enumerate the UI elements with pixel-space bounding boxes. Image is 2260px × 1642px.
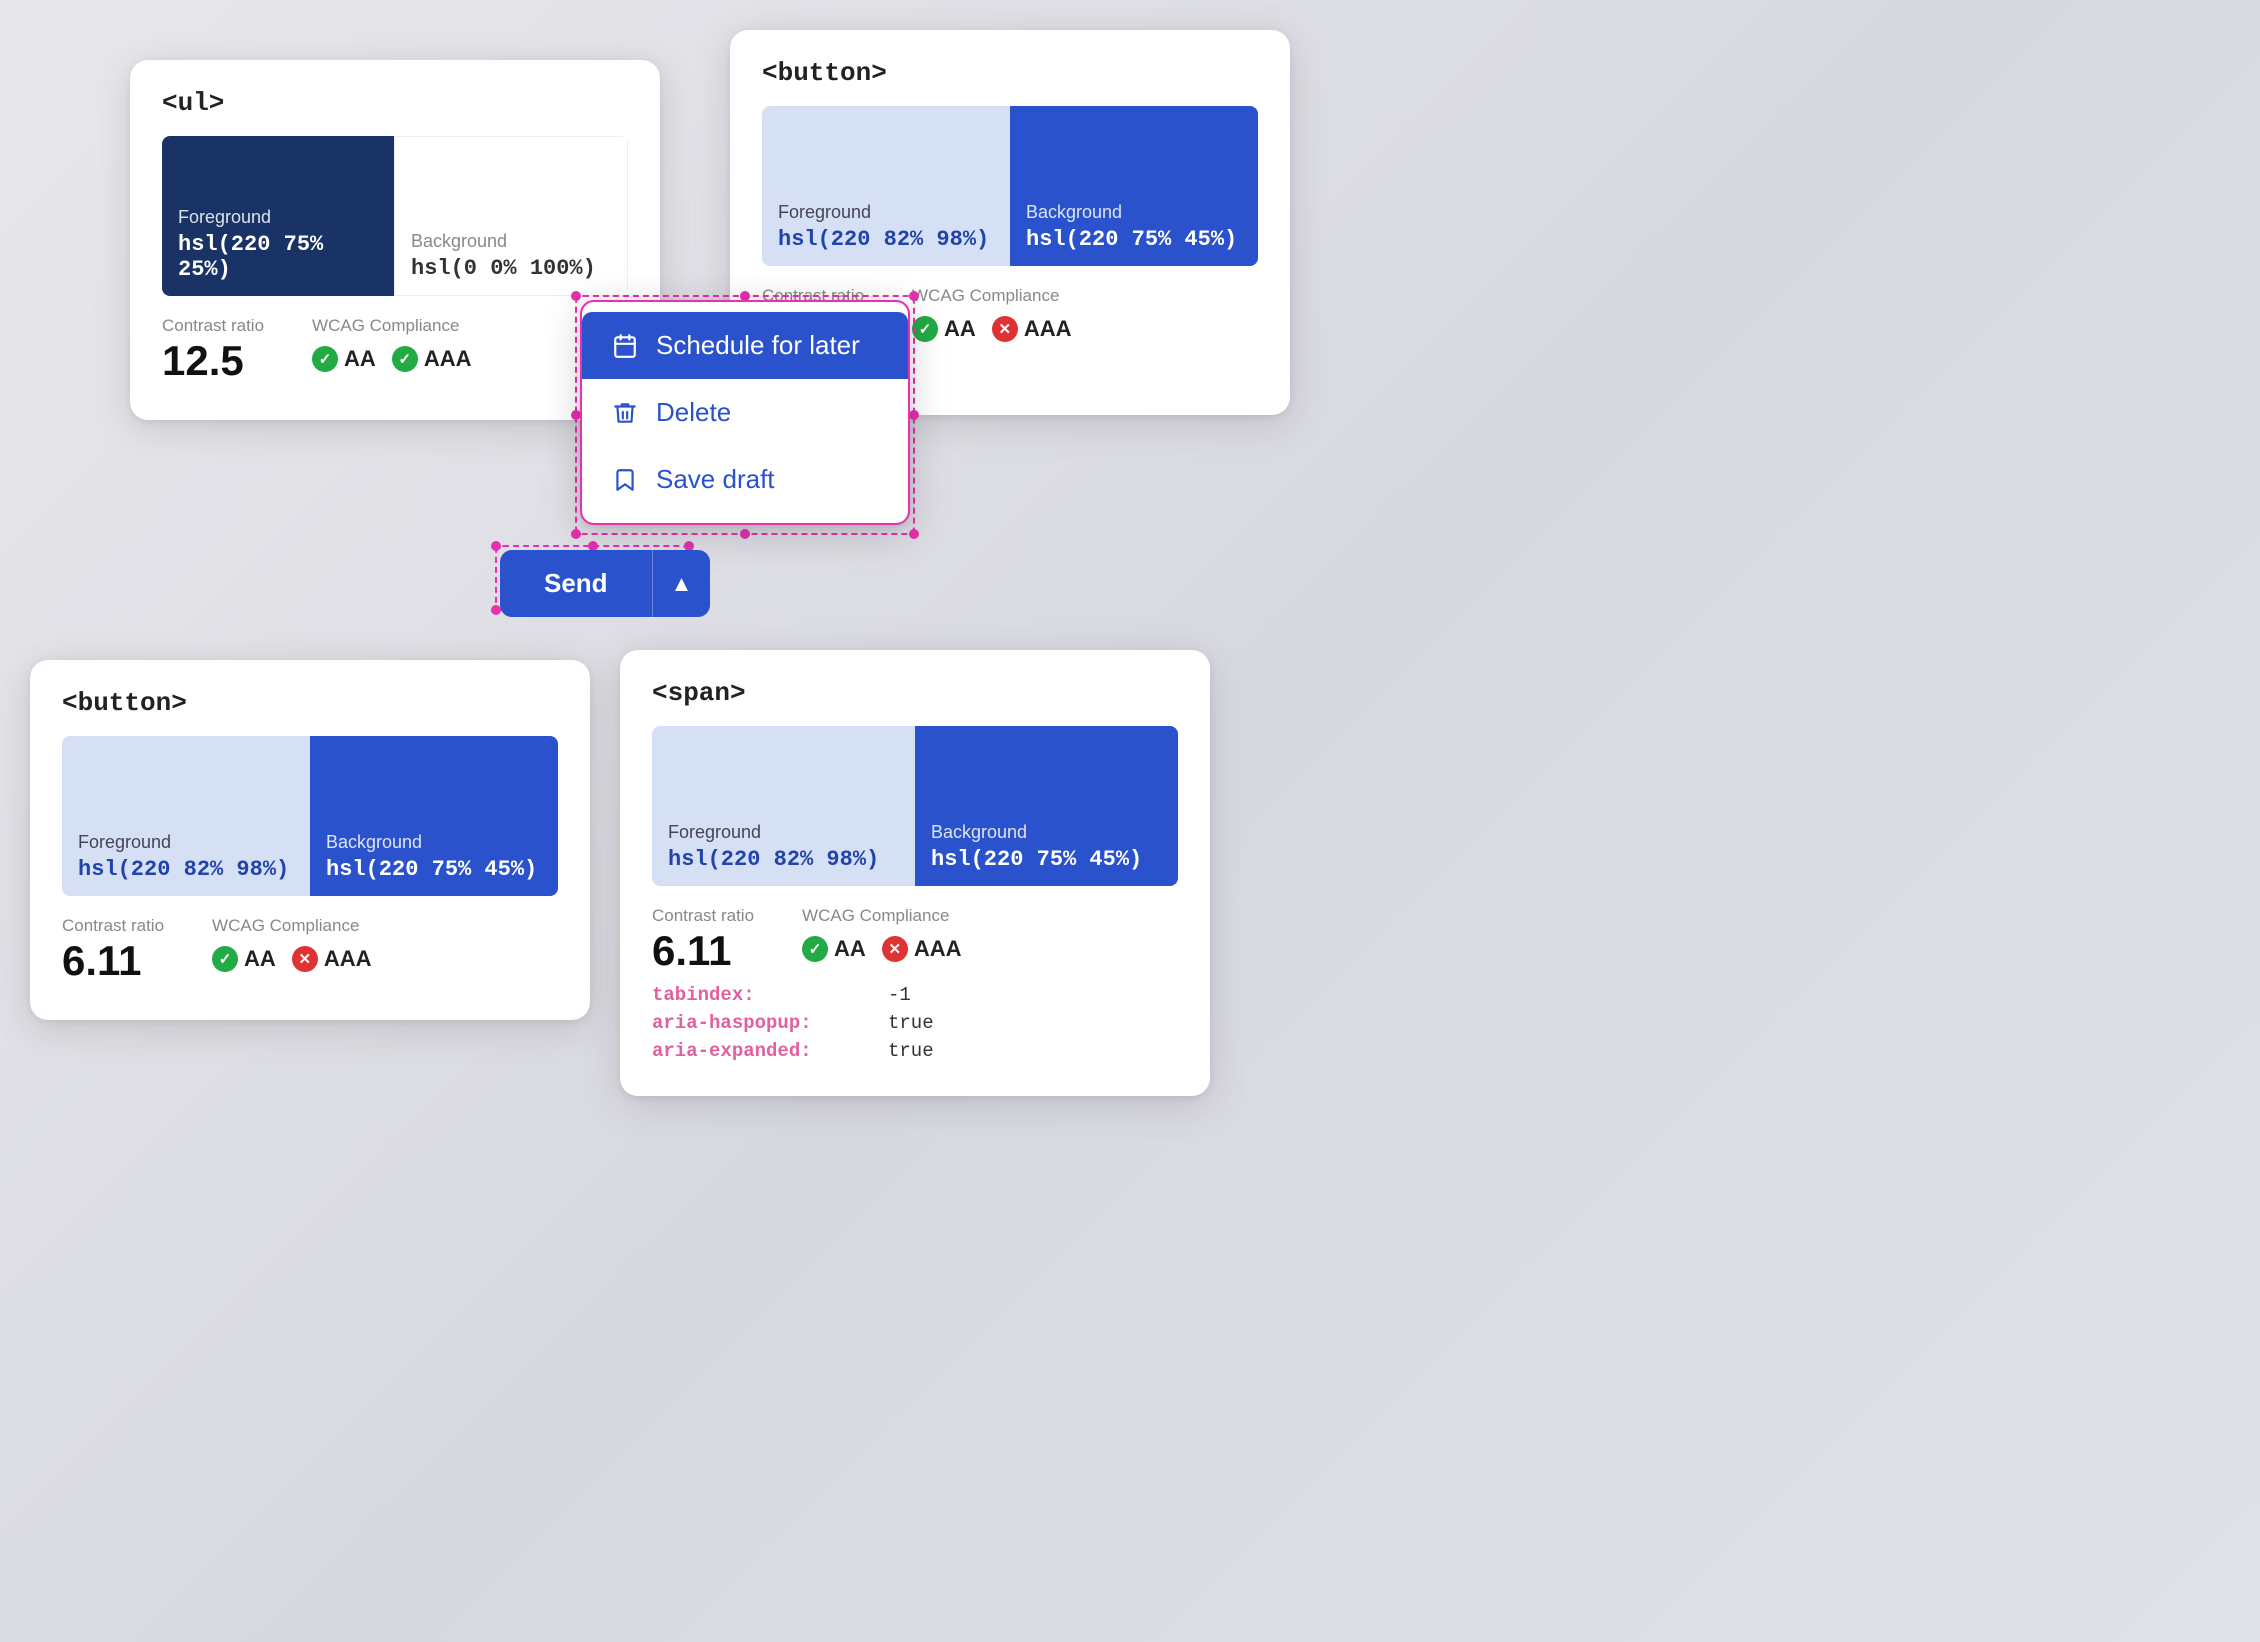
span-wcag-label: WCAG Compliance: [802, 906, 961, 926]
ul-card-tag: <ul>: [162, 88, 628, 118]
btn-bottom-aa-badge: ✓ AA: [212, 946, 276, 972]
btn-top-fg-value: hsl(220 82% 98%): [778, 227, 994, 252]
btn-top-wcag-label: WCAG Compliance: [912, 286, 1071, 306]
span-aa-badge: ✓ AA: [802, 936, 866, 962]
sel-dot-tl: [571, 291, 581, 301]
span-card: <span> Foreground hsl(220 82% 98%) Backg…: [620, 650, 1210, 1096]
delete-label: Delete: [656, 397, 731, 428]
span-aria-haspopup-label: aria-haspopup:: [652, 1012, 872, 1034]
dropdown-save-draft-item[interactable]: Save draft: [582, 446, 908, 513]
span-aaa-fail-icon: ✕: [882, 936, 908, 962]
btn-top-aaa-badge: ✕ AAA: [992, 316, 1072, 342]
btn-bottom-bg-value: hsl(220 75% 45%): [326, 857, 542, 882]
button-top-tag: <button>: [762, 58, 1258, 88]
dropdown-delete-item[interactable]: Delete: [582, 379, 908, 446]
span-aria-expanded-label: aria-expanded:: [652, 1040, 872, 1062]
btn-top-aa-badge: ✓ AA: [912, 316, 976, 342]
sel-dot-br: [909, 529, 919, 539]
span-aaa-badge: ✕ AAA: [882, 936, 962, 962]
ul-aaa-badge: ✓ AAA: [392, 346, 472, 372]
trash-icon: [610, 400, 640, 426]
span-tabindex-value: -1: [888, 984, 911, 1006]
ul-aa-badge: ✓ AA: [312, 346, 376, 372]
send-button-group[interactable]: Send ▲: [500, 550, 710, 617]
span-aria-haspopup-value: true: [888, 1012, 934, 1034]
save-draft-label: Save draft: [656, 464, 775, 495]
btn-bottom-aaa-fail-icon: ✕: [292, 946, 318, 972]
btn-top-bg-value: hsl(220 75% 45%): [1026, 227, 1242, 252]
btn-bottom-fg-value: hsl(220 82% 98%): [78, 857, 294, 882]
span-bg-value: hsl(220 75% 45%): [931, 847, 1162, 872]
span-fg-label: Foreground: [668, 822, 899, 843]
sel-dot-tr: [909, 291, 919, 301]
calendar-icon: [610, 333, 640, 359]
btn-bottom-aa-pass-icon: ✓: [212, 946, 238, 972]
span-tabindex-label: tabindex:: [652, 984, 872, 1006]
ul-contrast-label: Contrast ratio: [162, 316, 264, 336]
span-aria-expanded-value: true: [888, 1040, 934, 1062]
btn-bottom-wcag-label: WCAG Compliance: [212, 916, 371, 936]
span-aa-pass-icon: ✓: [802, 936, 828, 962]
ul-bg-value: hsl(0 0% 100%): [411, 256, 611, 281]
span-fg-value: hsl(220 82% 98%): [668, 847, 899, 872]
btn-bottom-contrast-value: 6.11: [62, 940, 164, 982]
span-tag: <span>: [652, 678, 1178, 708]
send-chevron-button[interactable]: ▲: [652, 550, 711, 617]
dropdown-menu[interactable]: Schedule for later Delete Save draft: [580, 300, 910, 525]
sel-dot-bl: [571, 529, 581, 539]
button-bottom-tag: <button>: [62, 688, 558, 718]
ul-fg-value: hsl(220 75% 25%): [178, 232, 378, 282]
ul-wcag-label: WCAG Compliance: [312, 316, 471, 336]
schedule-label: Schedule for later: [656, 330, 860, 361]
btn-bottom-bg-label: Background: [326, 832, 542, 853]
btn-top-bg-label: Background: [1026, 202, 1242, 223]
span-contrast-label: Contrast ratio: [652, 906, 754, 926]
sel-dot-bm: [740, 529, 750, 539]
send-button[interactable]: Send: [500, 550, 652, 617]
btn-top-aa-pass-icon: ✓: [912, 316, 938, 342]
ul-aa-pass-icon: ✓: [312, 346, 338, 372]
ul-aaa-pass-icon: ✓: [392, 346, 418, 372]
btn-bottom-fg-label: Foreground: [78, 832, 294, 853]
ul-bg-label: Background: [411, 231, 611, 252]
btn-bottom-aaa-badge: ✕ AAA: [292, 946, 372, 972]
ul-contrast-value: 12.5: [162, 340, 264, 382]
ul-fg-label: Foreground: [178, 207, 378, 228]
btn-top-aaa-fail-icon: ✕: [992, 316, 1018, 342]
span-contrast-value: 6.11: [652, 930, 754, 972]
sel-dot-mr: [909, 410, 919, 420]
btn-top-fg-label: Foreground: [778, 202, 994, 223]
dropdown-schedule-item[interactable]: Schedule for later: [582, 312, 908, 379]
bookmark-icon: [610, 467, 640, 493]
span-bg-label: Background: [931, 822, 1162, 843]
btn-bottom-contrast-label: Contrast ratio: [62, 916, 164, 936]
button-card-bottom: <button> Foreground hsl(220 82% 98%) Bac…: [30, 660, 590, 1020]
